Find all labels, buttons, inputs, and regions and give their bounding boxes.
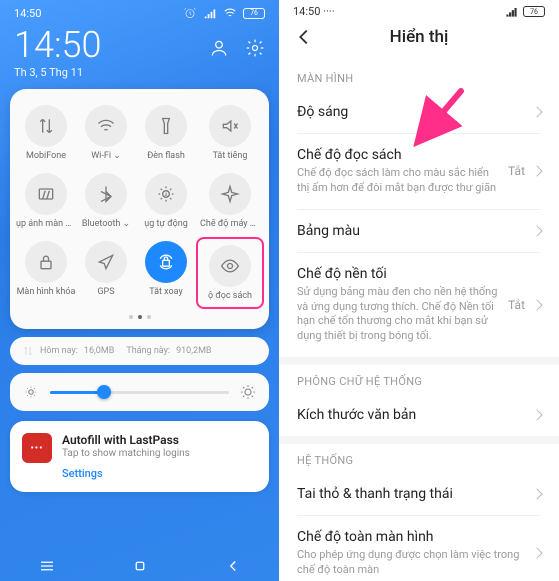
page-indicator <box>16 309 263 321</box>
status-time: 14:50 ···· <box>293 5 335 18</box>
mute-icon <box>220 116 240 136</box>
nav-back-icon[interactable] <box>224 557 242 575</box>
auto-bright-icon: A <box>156 184 176 204</box>
section-system: HỆ THỐNG <box>279 444 559 473</box>
brightness-high-icon <box>239 383 257 401</box>
screenshot-icon <box>36 184 56 204</box>
nav-home-icon[interactable] <box>131 557 149 575</box>
rotation-lock-icon <box>156 252 176 272</box>
signal-icon <box>203 6 217 20</box>
nav-menu-icon[interactable] <box>38 557 56 575</box>
row-fullscreen-mode[interactable]: Chế độ toàn màn hình Cho phép ứng dụng đ… <box>279 516 559 581</box>
lock-icon <box>36 252 56 272</box>
chevron-right-icon <box>531 299 542 310</box>
notif-action-settings[interactable]: Settings <box>62 467 257 480</box>
page-header: Hiển thị <box>279 18 559 62</box>
row-notch-statusbar[interactable]: Tai thỏ & thanh trạng thái <box>279 473 559 515</box>
section-font: PHÔNG CHỮ HỆ THỐNG <box>279 365 559 394</box>
chevron-right-icon <box>531 409 542 420</box>
data-icon <box>36 116 56 136</box>
lastpass-icon <box>22 433 52 463</box>
brightness-row <box>10 373 269 411</box>
data-today-label: Hôm nay: <box>40 346 78 356</box>
qs-reading-mode-highlight: ộ đọc sách <box>196 237 264 309</box>
settings-icon[interactable] <box>245 38 265 58</box>
notification-lastpass[interactable]: Autofill with LastPass Tap to show match… <box>10 421 269 492</box>
status-bar: 14:50 76 <box>0 0 279 20</box>
chevron-right-icon <box>531 548 542 559</box>
notif-subtitle: Tap to show matching logins <box>62 448 257 459</box>
qs-lockscreen[interactable]: Màn hình khóa <box>16 237 76 309</box>
eye-icon <box>220 256 240 276</box>
brightness-low-icon <box>22 383 40 401</box>
alarm-icon <box>183 6 197 20</box>
battery-icon: 76 <box>523 6 545 17</box>
status-time: 14:50 <box>14 7 41 20</box>
chevron-right-icon <box>531 225 542 236</box>
status-icons: 76 <box>183 6 265 20</box>
row-text-size[interactable]: Kích thước văn bản <box>279 394 559 436</box>
data-month-value: 910,2MB <box>176 346 211 356</box>
row-dark-mode[interactable]: Chế độ nền tối Sử dụng bảng màu đen cho … <box>279 253 559 357</box>
section-screen: MÀN HÌNH <box>279 62 559 91</box>
qs-flashlight[interactable]: Đèn flash <box>136 101 196 165</box>
qs-gps[interactable]: GPS <box>76 237 136 309</box>
data-month-label: Tháng này: <box>126 346 170 356</box>
phone-quick-settings: 14:50 76 14:50 Th 3, 5 Thg 11 MobiFone W… <box>0 0 279 581</box>
bluetooth-icon <box>96 184 116 204</box>
wifi-icon <box>96 116 116 136</box>
qs-airplane[interactable]: Chế độ máy bay <box>196 169 264 233</box>
svg-text:A: A <box>164 193 168 199</box>
qs-wifi[interactable]: Wi-Fi ⌄ <box>76 101 136 165</box>
wifi-icon <box>223 6 237 20</box>
page-title: Hiển thị <box>390 27 449 47</box>
qs-auto-brightness[interactable]: Aụg tự động <box>136 169 196 233</box>
row-reading-mode[interactable]: Chế độ đọc sách Chế độ đọc sách làm cho … <box>279 134 559 209</box>
data-usage-row[interactable]: Hôm nay: 16,0MB Tháng này: 910,2MB <box>10 337 269 365</box>
chevron-right-icon <box>531 106 542 117</box>
chevron-right-icon <box>531 166 542 177</box>
qs-rotation-lock[interactable]: Tắt xoay <box>136 237 196 309</box>
notif-title: Autofill with LastPass <box>62 433 257 447</box>
phone-display-settings: 14:50 ···· 76 Hiển thị MÀN HÌNH Độ sáng … <box>279 0 559 581</box>
header-actions <box>209 38 265 58</box>
reading-mode-state: Tắt <box>508 164 525 178</box>
quick-settings-panel: MobiFone Wi-Fi ⌄ Đèn flash Tắt tiếng ụp … <box>10 89 269 329</box>
row-color-scheme[interactable]: Bảng màu <box>279 210 559 252</box>
signal-icon <box>505 5 518 18</box>
qs-screenshot[interactable]: ụp ảnh màn hình <box>16 169 76 233</box>
airplane-icon <box>220 184 240 204</box>
qs-mobile-data[interactable]: MobiFone <box>16 101 76 165</box>
profile-icon[interactable] <box>209 38 229 58</box>
data-today-value: 16,0MB <box>84 346 114 356</box>
gps-icon <box>96 252 116 272</box>
status-bar: 14:50 ···· 76 <box>279 0 559 18</box>
dark-mode-state: Tắt <box>508 298 525 312</box>
data-usage-icon <box>22 345 34 357</box>
qs-reading-mode[interactable]: ộ đọc sách <box>200 241 260 305</box>
row-brightness[interactable]: Độ sáng <box>279 91 559 133</box>
brightness-slider[interactable] <box>50 391 229 394</box>
flashlight-icon <box>156 116 176 136</box>
battery-icon: 76 <box>243 8 265 19</box>
qs-mute[interactable]: Tắt tiếng <box>196 101 264 165</box>
qs-bluetooth[interactable]: Bluetooth ⌄ <box>76 169 136 233</box>
chevron-right-icon <box>531 488 542 499</box>
lockscreen-date: Th 3, 5 Thg 11 <box>0 66 279 89</box>
nav-bar <box>0 547 279 581</box>
back-button[interactable] <box>293 26 315 48</box>
